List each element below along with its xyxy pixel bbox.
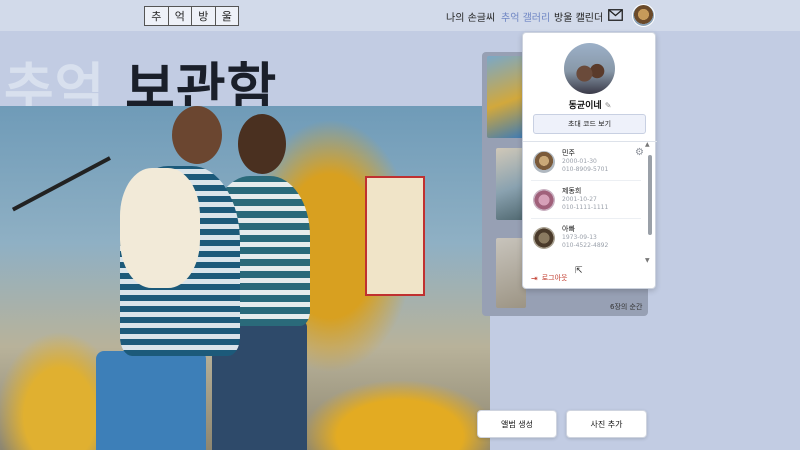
cursor-icon: ⇱ (575, 266, 583, 276)
photo-thumbnail[interactable] (487, 56, 527, 138)
profile-dropdown: 동균이네 ✎ 초대 코드 보기 민주 2000-01-30 010-8909-57… (522, 32, 657, 289)
mail-icon[interactable] (608, 9, 623, 21)
logo-char: 울 (214, 7, 239, 25)
member-name: 아빠 (562, 225, 575, 233)
invite-code-button[interactable]: 초대 코드 보기 (533, 114, 646, 134)
scroll-down-arrow[interactable]: ▼ (645, 257, 650, 264)
divider (531, 180, 641, 181)
photo-count: 6장의 순간 (610, 303, 643, 311)
divider (531, 218, 641, 219)
header: 추 억 방 울 나의 손글씨 추억 갤러리 방울 캘린더 (0, 0, 800, 31)
logo-char: 방 (191, 7, 215, 25)
nav-gallery[interactable]: 추억 갤러리 (501, 9, 550, 24)
profile-avatar (564, 43, 615, 94)
member-name: 제동희 (562, 187, 582, 195)
logout-label: 로그아웃 (541, 274, 568, 282)
photo-detail (172, 106, 222, 164)
logo-char: 억 (167, 7, 192, 25)
photo-detail (11, 156, 111, 212)
member-item[interactable]: 제동희 2001-10-27 010-1111-1111 (531, 183, 649, 219)
member-name: 민주 (562, 149, 575, 157)
logout-icon: ⇥ (531, 273, 538, 283)
member-phone: 010-8909-5701 (562, 166, 609, 173)
add-photo-button[interactable]: 사진 추가 (566, 410, 647, 438)
featured-photo[interactable] (0, 106, 490, 450)
pencil-icon[interactable]: ✎ (605, 101, 612, 110)
member-birth: 1973-09-13 (562, 234, 597, 241)
create-album-button[interactable]: 앨범 생성 (477, 410, 557, 438)
photo-detail (120, 168, 200, 288)
member-avatar (533, 189, 555, 211)
scrollbar-thumb[interactable] (648, 155, 652, 235)
logo-char: 추 (151, 10, 162, 23)
gear-icon[interactable]: ⚙ (635, 147, 644, 158)
member-phone: 010-1111-1111 (562, 204, 609, 211)
avatar[interactable] (632, 4, 655, 27)
profile-name-text: 동균이네 (568, 101, 602, 111)
member-avatar (533, 151, 555, 173)
photo-detail (96, 351, 206, 450)
logo[interactable]: 추 억 방 울 (144, 6, 239, 26)
scroll-up-arrow[interactable]: ▲ (645, 141, 650, 148)
member-item[interactable]: 아빠 1973-09-13 010-4522-4892 (531, 221, 649, 257)
member-birth: 2001-10-27 (562, 196, 597, 203)
divider (523, 141, 657, 142)
nav-handwriting[interactable]: 나의 손글씨 (446, 9, 495, 24)
nav-calendar[interactable]: 방울 캘린더 (554, 9, 603, 24)
logout-button[interactable]: ⇥ 로그아웃 (531, 273, 567, 283)
member-item[interactable]: 민주 2000-01-30 010-8909-5701 ⚙ (531, 145, 649, 181)
member-phone: 010-4522-4892 (562, 242, 609, 249)
profile-name: 동균이네 ✎ (523, 98, 657, 111)
member-birth: 2000-01-30 (562, 158, 597, 165)
member-avatar (533, 227, 555, 249)
photo-detail (238, 114, 286, 174)
photo-detail (365, 176, 425, 296)
